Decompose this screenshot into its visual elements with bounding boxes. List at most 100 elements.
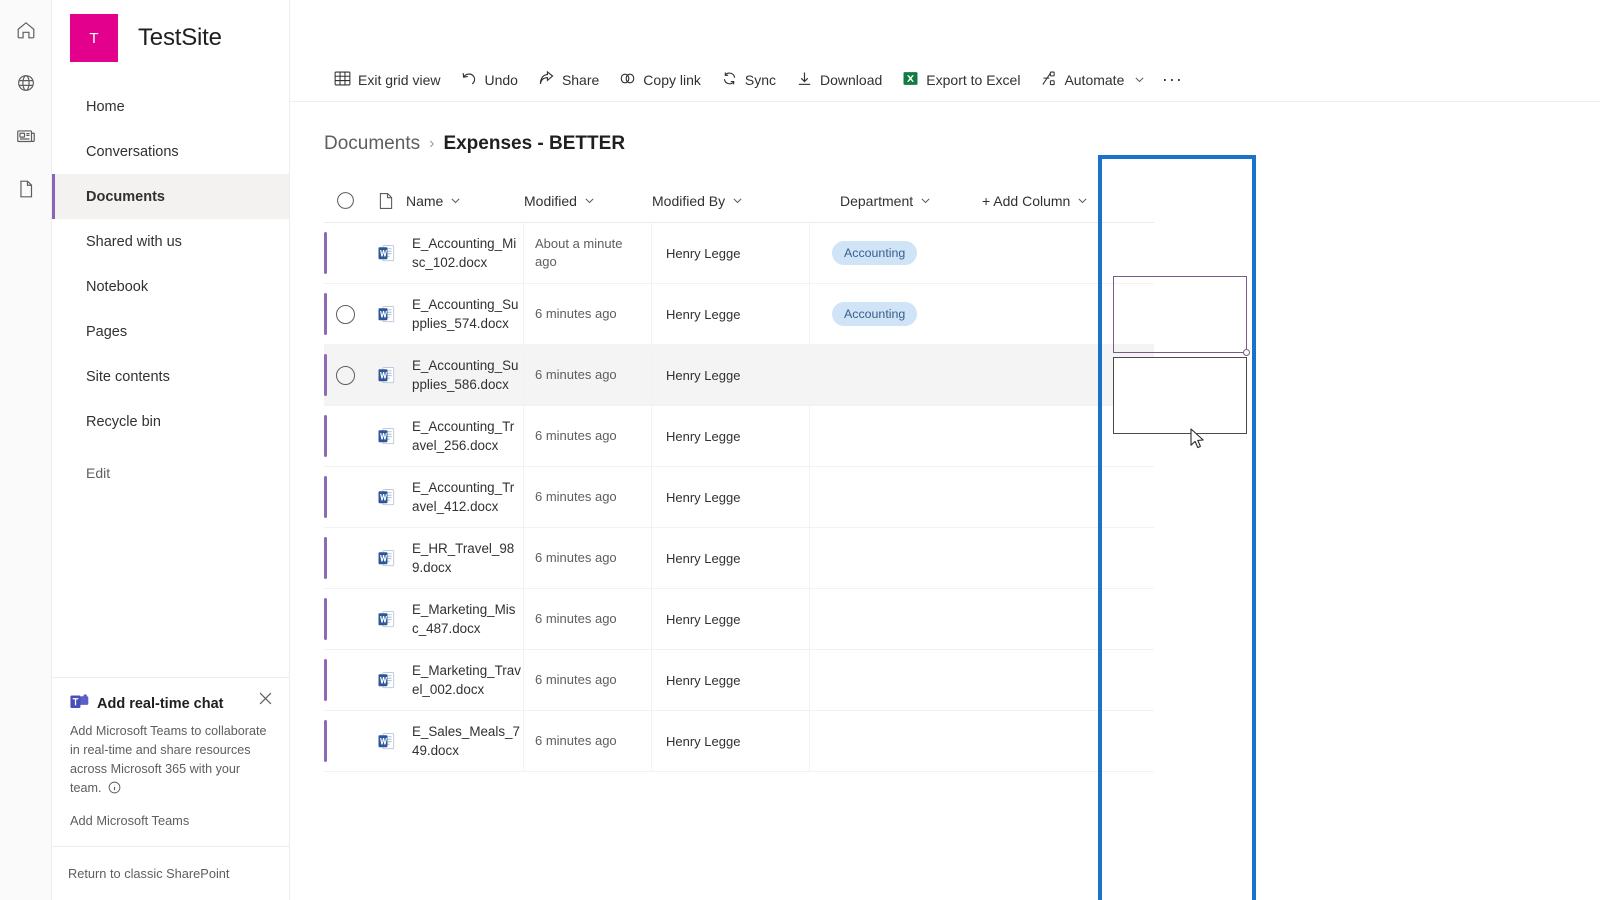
- table-row[interactable]: E_Accounting_Supplies_574.docx 6 minutes …: [324, 284, 1154, 345]
- modified-by-cell[interactable]: Henry Legge: [652, 711, 810, 771]
- table-row[interactable]: E_Sales_Meals_749.docx 6 minutes ago Henry…: [324, 711, 1154, 772]
- table-row[interactable]: E_Accounting_Supplies_586.docx 6 minutes …: [324, 345, 1154, 406]
- row-select-cell[interactable]: [324, 711, 366, 771]
- table-row[interactable]: E_Marketing_Misc_487.docx 6 minutes ago He…: [324, 589, 1154, 650]
- department-cell[interactable]: Accounting: [810, 223, 958, 283]
- file-name-cell[interactable]: E_Accounting_Misc_102.docx: [406, 223, 524, 283]
- sidebar-item-documents[interactable]: Documents: [52, 174, 289, 219]
- row-select-circle-icon[interactable]: [335, 365, 355, 385]
- add-microsoft-teams-link[interactable]: Add Microsoft Teams: [70, 813, 269, 828]
- sidebar-item-site-contents[interactable]: Site contents: [52, 354, 289, 399]
- nav-list: Home Conversations Documents Shared with…: [52, 76, 289, 495]
- modified-label: 6 minutes ago: [535, 672, 617, 687]
- row-indicator-bar: [324, 293, 327, 335]
- row-select-cell[interactable]: [324, 284, 366, 344]
- department-cell[interactable]: [810, 406, 958, 466]
- row-select-cell[interactable]: [324, 650, 366, 710]
- modified-cell[interactable]: 6 minutes ago: [524, 711, 652, 771]
- modified-by-cell[interactable]: Henry Legge: [652, 589, 810, 649]
- modified-by-cell[interactable]: Henry Legge: [652, 528, 810, 588]
- document-icon[interactable]: [4, 167, 48, 211]
- department-cell[interactable]: [810, 528, 958, 588]
- automate-button[interactable]: Automate: [1030, 63, 1155, 97]
- modified-cell[interactable]: 6 minutes ago: [524, 284, 652, 344]
- copy-link-button[interactable]: Copy link: [609, 63, 711, 97]
- row-select-cell[interactable]: [324, 223, 366, 283]
- table-row[interactable]: E_Accounting_Misc_102.docx About a minute…: [324, 223, 1154, 284]
- column-header-modified-by[interactable]: Modified By: [652, 179, 810, 223]
- file-name-cell[interactable]: E_Accounting_Travel_256.docx: [406, 406, 524, 466]
- modified-by-cell[interactable]: Henry Legge: [652, 650, 810, 710]
- department-cell[interactable]: [810, 711, 958, 771]
- row-select-cell[interactable]: [324, 406, 366, 466]
- file-name-cell[interactable]: E_HR_Travel_989.docx: [406, 528, 524, 588]
- download-button[interactable]: Download: [786, 63, 892, 97]
- column-header-modified[interactable]: Modified: [524, 179, 652, 223]
- home-icon[interactable]: [4, 8, 48, 52]
- file-name-label: E_HR_Travel_989.docx: [412, 541, 515, 575]
- breadcrumb-root-link[interactable]: Documents: [324, 133, 420, 155]
- sidebar-edit-link[interactable]: Edit: [52, 450, 289, 495]
- globe-icon[interactable]: [4, 61, 48, 105]
- add-column-button[interactable]: + Add Column: [958, 179, 1108, 223]
- row-select-cell[interactable]: [324, 467, 366, 527]
- modified-cell[interactable]: 6 minutes ago: [524, 650, 652, 710]
- exit-grid-view-button[interactable]: Exit grid view: [324, 63, 450, 97]
- column-header-name[interactable]: Name: [406, 179, 524, 223]
- modified-cell[interactable]: About a minute ago: [524, 223, 652, 283]
- modified-label: 6 minutes ago: [535, 733, 617, 748]
- modified-cell[interactable]: 6 minutes ago: [524, 345, 652, 405]
- main-content: Exit grid view Undo Share Copy link Sync…: [290, 0, 1600, 900]
- file-name-cell[interactable]: E_Marketing_Travel_002.docx: [406, 650, 524, 710]
- chevron-down-icon: [450, 193, 461, 209]
- sidebar-item-notebook[interactable]: Notebook: [52, 264, 289, 309]
- table-row[interactable]: E_Marketing_Travel_002.docx 6 minutes ago…: [324, 650, 1154, 711]
- sidebar-item-conversations[interactable]: Conversations: [52, 129, 289, 174]
- modified-cell[interactable]: 6 minutes ago: [524, 528, 652, 588]
- modified-cell[interactable]: 6 minutes ago: [524, 589, 652, 649]
- department-cell[interactable]: [810, 345, 958, 405]
- row-select-cell[interactable]: [324, 589, 366, 649]
- file-name-cell[interactable]: E_Accounting_Supplies_574.docx: [406, 284, 524, 344]
- column-header-department[interactable]: Department: [810, 179, 958, 223]
- table-row[interactable]: E_Accounting_Travel_412.docx 6 minutes ag…: [324, 467, 1154, 528]
- modified-by-cell[interactable]: Henry Legge: [652, 345, 810, 405]
- file-name-cell[interactable]: E_Marketing_Misc_487.docx: [406, 589, 524, 649]
- row-indicator-bar: [324, 354, 327, 396]
- file-name-cell[interactable]: E_Accounting_Supplies_586.docx: [406, 345, 524, 405]
- file-type-icon[interactable]: [366, 179, 406, 223]
- select-all-circle-icon[interactable]: [324, 179, 366, 223]
- table-row[interactable]: E_Accounting_Travel_256.docx 6 minutes ag…: [324, 406, 1154, 467]
- undo-button[interactable]: Undo: [450, 63, 527, 97]
- sync-button[interactable]: Sync: [711, 63, 786, 97]
- sidebar-item-shared-with-us[interactable]: Shared with us: [52, 219, 289, 264]
- export-to-excel-button[interactable]: Export to Excel: [892, 63, 1030, 97]
- modified-by-cell[interactable]: Henry Legge: [652, 467, 810, 527]
- file-name-cell[interactable]: E_Accounting_Travel_412.docx: [406, 467, 524, 527]
- modified-cell[interactable]: 6 minutes ago: [524, 467, 652, 527]
- share-button[interactable]: Share: [528, 63, 609, 97]
- department-cell[interactable]: [810, 650, 958, 710]
- news-icon[interactable]: [4, 114, 48, 158]
- close-icon[interactable]: [255, 688, 275, 708]
- row-select-circle-icon[interactable]: [335, 304, 355, 324]
- sidebar-item-home[interactable]: Home: [52, 84, 289, 129]
- info-icon[interactable]: [108, 781, 121, 800]
- file-name-cell[interactable]: E_Sales_Meals_749.docx: [406, 711, 524, 771]
- return-to-classic-sharepoint-link[interactable]: Return to classic SharePoint: [52, 846, 289, 900]
- modified-by-cell[interactable]: Henry Legge: [652, 223, 810, 283]
- sidebar-item-label: Shared with us: [86, 233, 182, 250]
- row-select-cell[interactable]: [324, 528, 366, 588]
- department-cell[interactable]: [810, 467, 958, 527]
- sidebar-item-pages[interactable]: Pages: [52, 309, 289, 354]
- department-cell[interactable]: [810, 589, 958, 649]
- sidebar-item-recycle-bin[interactable]: Recycle bin: [52, 399, 289, 444]
- row-select-cell[interactable]: [324, 345, 366, 405]
- more-commands-button[interactable]: ···: [1155, 63, 1189, 97]
- table-row[interactable]: E_HR_Travel_989.docx 6 minutes ago Henry L…: [324, 528, 1154, 589]
- modified-by-cell[interactable]: Henry Legge: [652, 284, 810, 344]
- modified-by-cell[interactable]: Henry Legge: [652, 406, 810, 466]
- modified-by-label: Henry Legge: [666, 672, 741, 688]
- department-cell[interactable]: Accounting: [810, 284, 958, 344]
- modified-cell[interactable]: 6 minutes ago: [524, 406, 652, 466]
